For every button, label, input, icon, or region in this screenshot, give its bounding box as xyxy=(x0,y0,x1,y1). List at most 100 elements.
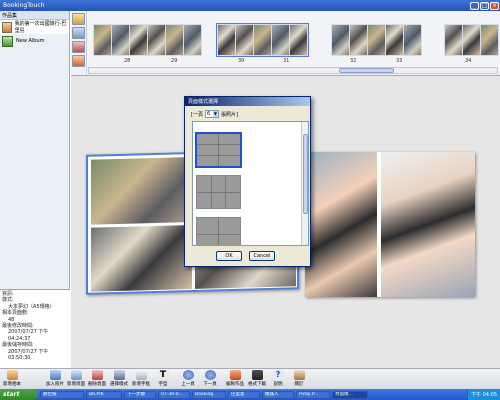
font-icon: T xyxy=(157,370,169,380)
page-thumb xyxy=(386,25,403,55)
photo-slot[interactable] xyxy=(305,152,377,297)
photos-per-page-row: [一頁 6 ▼ 張照片] xyxy=(191,110,238,118)
maximize-icon[interactable]: □ xyxy=(480,1,489,10)
page-number: 34 xyxy=(465,58,472,64)
page-filmstrip: 28 29 30 31 32 33 34 xyxy=(87,11,500,75)
ok-button[interactable]: OK xyxy=(216,251,242,261)
title-bar: BookingTouch _ □ × xyxy=(0,0,500,11)
tool-label: 下一頁 xyxy=(203,382,217,387)
make-work-button[interactable]: 編製作品 xyxy=(225,370,245,387)
photos-suffix: 張照片] xyxy=(220,111,238,118)
start-button[interactable]: start xyxy=(0,389,38,400)
about-icon xyxy=(293,370,305,380)
album-icon xyxy=(6,370,18,380)
filmstrip-scroll-thumb[interactable] xyxy=(339,68,394,73)
taskbar-item[interactable]: BICPIK xyxy=(86,390,122,399)
help-icon: ? xyxy=(272,370,284,380)
arrow-left-icon xyxy=(182,370,194,380)
layout-option[interactable] xyxy=(196,175,241,209)
page-thumb xyxy=(445,25,462,55)
chevron-down-icon[interactable]: ▼ xyxy=(212,111,218,117)
album-item-bali[interactable]: 我的第一次出國旅行-巴里島 xyxy=(0,20,69,34)
album-icon xyxy=(2,35,13,47)
album-info-panel: 資訊: 樣式: 大本夢幻（A5規格） 相本頁面數: 48 最後修改時間: 200… xyxy=(0,289,70,368)
page-thumb-pair-selected[interactable] xyxy=(216,23,309,57)
taskbar-item[interactable]: Booking xyxy=(192,390,226,399)
info-modified-value: 2007/07/27 下午 04:24:37 xyxy=(8,329,49,342)
next-page-button[interactable]: 下一頁 xyxy=(200,370,220,387)
photo-folder-icon[interactable] xyxy=(72,13,85,25)
page-number: 32 xyxy=(350,58,357,64)
album-item-label: 我的第一次出國旅行-巴里島 xyxy=(14,21,67,34)
sticker-icon[interactable] xyxy=(72,41,85,53)
text-frame-icon xyxy=(135,370,147,380)
font-button[interactable]: T 字型 xyxy=(153,370,173,387)
page-number: 31 xyxy=(283,58,290,64)
add-photo-button[interactable]: 加入照片 xyxy=(45,370,65,387)
close-icon[interactable]: × xyxy=(490,1,499,10)
clock: 下午 04:05 xyxy=(471,392,497,398)
layout-list-scroll-thumb[interactable] xyxy=(303,134,308,214)
tool-label: 新增相本 xyxy=(3,382,21,387)
layout-icon[interactable] xyxy=(72,27,85,39)
main-toolbar: 新增相本 加入照片 新增頁面 刪除頁面 選擇樣式 新增字框 T 字型 上一頁 下一… xyxy=(0,368,500,389)
layout-option[interactable] xyxy=(196,217,241,245)
new-album-button[interactable]: 新增相本 xyxy=(2,370,22,387)
taskbar-item[interactable]: Picky P... xyxy=(296,390,330,399)
per-page-label: [一頁 xyxy=(191,111,203,118)
layout-list xyxy=(192,121,309,246)
taskbar-item[interactable]: 數位檔 xyxy=(40,390,84,399)
tool-label: 編製作品 xyxy=(226,382,244,387)
add-page-icon xyxy=(70,370,82,380)
page-thumb-pair[interactable] xyxy=(444,24,499,56)
add-text-frame-button[interactable]: 新增字框 xyxy=(131,370,151,387)
album-icon xyxy=(2,21,12,33)
tool-label: 刪除頁面 xyxy=(88,382,106,387)
window-title: BookingTouch xyxy=(3,2,45,9)
page-thumb xyxy=(254,25,271,55)
taskbar-item[interactable]: 下一步驟 xyxy=(124,390,156,399)
taskbar-item[interactable]: 機器人 xyxy=(262,390,294,399)
taskbar-item-active[interactable]: 頁面樣... xyxy=(332,390,368,399)
page-thumb-pair[interactable] xyxy=(93,24,202,56)
photos-per-page-select[interactable]: 6 ▼ xyxy=(204,110,219,118)
minimize-icon[interactable]: _ xyxy=(470,1,479,10)
side-toolbar xyxy=(71,11,87,75)
page-thumb xyxy=(368,25,385,55)
windows-taskbar: start 數位檔 BICPIK 下一步驟 07-30-0... Booking… xyxy=(0,389,500,400)
right-page[interactable] xyxy=(305,152,475,297)
layout-option-selected[interactable] xyxy=(195,132,242,168)
photo-slot[interactable] xyxy=(91,157,192,225)
dialog-title: 頁面樣式選擇 xyxy=(185,97,310,106)
tool-label: 關於 xyxy=(294,382,304,387)
system-tray: 下午 04:05 xyxy=(467,389,500,400)
photo-icon xyxy=(49,370,61,380)
download-format-button[interactable]: 格式下載 xyxy=(247,370,267,387)
photo-slot[interactable] xyxy=(381,152,475,297)
taskbar-item[interactable]: 巴里島 xyxy=(228,390,260,399)
album-item-label: New Album xyxy=(16,38,45,44)
page-thumb xyxy=(463,25,480,55)
page-thumb xyxy=(130,25,147,55)
page-number: 30 xyxy=(238,58,245,64)
album-item-new[interactable]: New Album xyxy=(0,34,69,48)
cancel-button[interactable]: Cancel xyxy=(249,251,275,261)
page-number: 29 xyxy=(171,58,178,64)
photo-slot[interactable] xyxy=(91,224,192,292)
layout-list-scrollbar[interactable] xyxy=(301,122,308,245)
delete-page-button[interactable]: 刪除頁面 xyxy=(87,370,107,387)
choose-layout-button[interactable]: 選擇樣式 xyxy=(109,370,129,387)
add-page-button[interactable]: 新增頁面 xyxy=(66,370,86,387)
taskbar-item[interactable]: 07-30-0... xyxy=(158,390,190,399)
page-thumb-pair[interactable] xyxy=(331,24,422,56)
delete-page-icon xyxy=(91,370,103,380)
previous-page-button[interactable]: 上一頁 xyxy=(178,370,198,387)
tool-label: 選擇樣式 xyxy=(110,382,128,387)
page-number: 33 xyxy=(396,58,403,64)
frame-icon[interactable] xyxy=(72,55,85,67)
filmstrip-scrollbar[interactable] xyxy=(88,67,498,74)
about-button[interactable]: 關於 xyxy=(289,370,309,387)
tool-label: 新增字框 xyxy=(132,382,150,387)
album-pane-header: 作品集 xyxy=(0,11,69,20)
help-button[interactable]: ? 說明 xyxy=(268,370,288,387)
